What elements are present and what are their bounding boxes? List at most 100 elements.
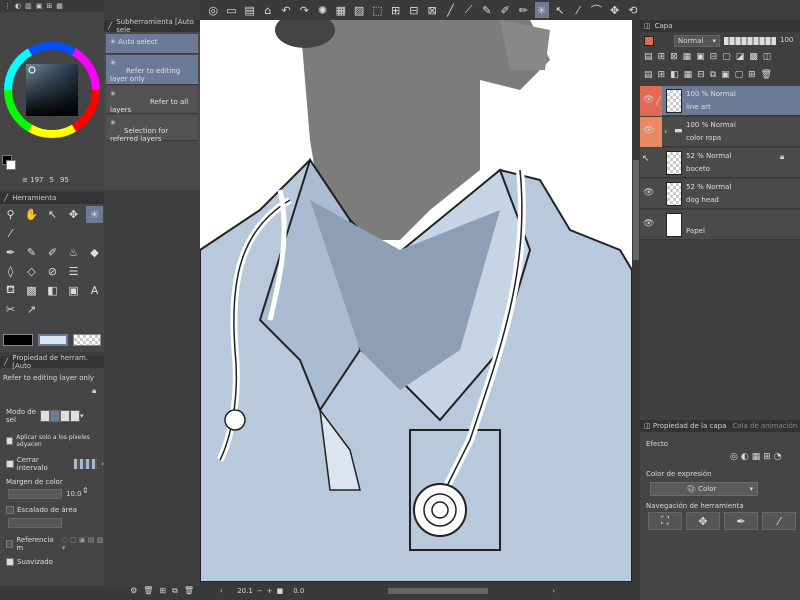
zoom-plus-button[interactable]: + (267, 587, 273, 595)
delete-icon[interactable]: 🗑︎ (143, 586, 153, 600)
redo-icon[interactable]: ↷ (297, 2, 311, 18)
gradient-tool-icon[interactable]: ▩ (23, 282, 40, 299)
fit-icon[interactable]: ■ (277, 587, 284, 595)
mode-button-2[interactable] (50, 410, 60, 422)
canvas-area[interactable] (200, 20, 632, 582)
add-icon[interactable]: ⊞ (159, 586, 166, 600)
color-tab-icon-3[interactable]: ▣ (36, 2, 43, 10)
layer-row[interactable]: 👁︎ 52 % Normal dog head (640, 179, 800, 209)
effect-icon-5[interactable]: ◔ (774, 452, 782, 462)
layer-tool-icon-9[interactable]: ▩ (749, 52, 758, 62)
layer-row[interactable]: 👁︎ ╱ 100 % Normal line art (640, 86, 800, 116)
correct-line-tool-icon[interactable]: ↗ (23, 301, 40, 318)
smooth-checkbox[interactable] (6, 558, 14, 566)
transparent-color-bar[interactable] (73, 334, 101, 346)
move-icon[interactable]: ✥ (608, 2, 622, 18)
layer-tool-icon-2[interactable]: ⊞ (658, 52, 666, 62)
layer-tool-icon-17[interactable]: ▣ (721, 70, 730, 80)
mode-button-4[interactable] (70, 410, 80, 422)
mode-button-3[interactable] (60, 410, 70, 422)
layer-tool-icon-3[interactable]: ⊠ (670, 52, 678, 62)
brush-tool-icon[interactable]: ✐ (44, 244, 61, 261)
loading-icon[interactable]: ✺ (316, 2, 330, 18)
close-gap-slider[interactable] (74, 459, 98, 469)
pointer-icon[interactable]: ↖ (553, 2, 567, 18)
airbrush-tool-icon[interactable]: ♨ (65, 244, 82, 261)
color-tab-icon-4[interactable]: ⊞ (46, 2, 52, 10)
layer-color-swatch[interactable] (644, 36, 654, 46)
sub-color-swatch[interactable] (6, 160, 16, 170)
eye-icon[interactable]: 👁︎ (643, 188, 654, 198)
close-gap-checkbox[interactable] (6, 460, 14, 468)
pencil-tool-icon[interactable]: ✎ (23, 244, 40, 261)
auto-select-tool-icon[interactable]: ✳ (86, 206, 103, 223)
effect-icon-4[interactable]: ⊞ (763, 452, 771, 462)
zoom-minus-button[interactable]: − (257, 587, 263, 595)
layer-tool-icon-14[interactable]: ▦ (684, 70, 693, 80)
nav-pen-button[interactable]: ✒ (724, 512, 758, 530)
pen-a-icon[interactable]: ╱ (443, 2, 457, 18)
app-icon[interactable]: ◎ (206, 2, 220, 18)
color-wheel[interactable] (4, 30, 100, 150)
eyedropper-tool-icon[interactable]: ⁄ (2, 225, 19, 242)
new-file-icon[interactable]: ▭ (224, 2, 238, 18)
layer-tool-icon-6[interactable]: ⊟ (710, 52, 718, 62)
reference-icons[interactable]: ◌ ▢ ▣ ▤ ▥ ▾ (62, 536, 104, 552)
eyedropper-icon[interactable]: ⁄ (571, 2, 585, 18)
eye-icon[interactable]: 👁︎ (643, 95, 654, 105)
ruler-tool-icon[interactable]: ⊘ (44, 263, 61, 280)
trash-icon[interactable]: 🗑︎ (184, 586, 194, 600)
copy-icon[interactable]: ⧉ (172, 586, 178, 600)
layer-tool-icon-10[interactable]: ◫ (763, 52, 772, 62)
zoom-out-icon[interactable]: ‹ (220, 587, 223, 595)
color-tab-icon-2[interactable]: ▥ (25, 2, 32, 10)
animation-tab[interactable]: Cola de animación (732, 422, 797, 430)
transform-icon[interactable]: ⬚ (370, 2, 384, 18)
effect-icon-3[interactable]: ▦ (752, 452, 761, 462)
layer-tool-icon-13[interactable]: ◧ (670, 70, 679, 80)
figure2-tool-icon[interactable]: ▣ (65, 282, 82, 299)
layer-tool-icon-7[interactable]: ▢ (722, 52, 731, 62)
undo-icon[interactable]: ↶ (279, 2, 293, 18)
expand-arrow-icon[interactable]: › (664, 127, 667, 136)
layer-tool-icon-15[interactable]: ⊟ (697, 70, 705, 80)
pen-tool-icon[interactable]: ✒ (2, 244, 19, 261)
main-color-bar[interactable] (3, 334, 33, 346)
layer-tool-icon-16[interactable]: ⧉ (710, 70, 716, 80)
layer-tool-icon-1[interactable]: ▤ (644, 52, 653, 62)
color-margin-stepper[interactable]: ⇕ (82, 486, 89, 495)
layer-tool-icon-20[interactable]: 🗑︎ (761, 70, 772, 80)
eye-icon[interactable]: 👁︎ (643, 219, 654, 229)
sub-color-bar[interactable] (38, 334, 68, 346)
layer-row[interactable]: ↖ 52 % Normal boceto 🔒︎ (640, 148, 800, 178)
color-margin-slider[interactable] (8, 489, 62, 499)
blend-mode-select[interactable]: Normal ▾ (674, 35, 720, 47)
color-tab-icon-5[interactable]: ▦ (56, 2, 63, 10)
lock-icon[interactable]: 🔒︎ (92, 386, 96, 396)
settings-icon[interactable]: ⚙ (130, 586, 137, 600)
pen-d-icon[interactable]: ✐ (498, 2, 512, 18)
reference-checkbox[interactable] (6, 540, 14, 548)
area-scale-slider[interactable] (8, 518, 62, 528)
operation-tool-icon[interactable]: ↖ (44, 206, 61, 223)
sub-tool-referred-layers[interactable]: ✳ Selection for referred layers (106, 115, 198, 143)
effect-icon-1[interactable]: ◎ (730, 452, 738, 462)
move-layer-tool-icon[interactable]: ✥ (65, 206, 82, 223)
scroll-right-icon[interactable]: › (552, 587, 555, 595)
color-tab-icon-1[interactable]: ◐ (15, 2, 21, 10)
pen-b-icon[interactable]: ⟋ (462, 2, 476, 18)
layer-tool-icon-5[interactable]: ▣ (696, 52, 705, 62)
nav-move-button[interactable]: ✥ (686, 512, 720, 530)
effect-icon-2[interactable]: ◐ (741, 452, 749, 462)
layer-tool-icon-11[interactable]: ▤ (644, 70, 653, 80)
eye-icon[interactable]: 👁︎ (643, 126, 654, 136)
invert-icon[interactable]: ⊠ (425, 2, 439, 18)
nav-line-button[interactable]: ⁄ (762, 512, 796, 530)
area-scale-checkbox[interactable] (6, 506, 14, 514)
expression-select[interactable]: 🎨︎ Color ▾ (650, 482, 758, 496)
pen-c-icon[interactable]: ✎ (480, 2, 494, 18)
fill-tool-icon[interactable]: ⛾ (2, 282, 19, 299)
layer-tool-icon-18[interactable]: ▢ (735, 70, 744, 80)
mode-button-1[interactable] (40, 410, 50, 422)
pen-e-icon[interactable]: ✏ (516, 2, 530, 18)
